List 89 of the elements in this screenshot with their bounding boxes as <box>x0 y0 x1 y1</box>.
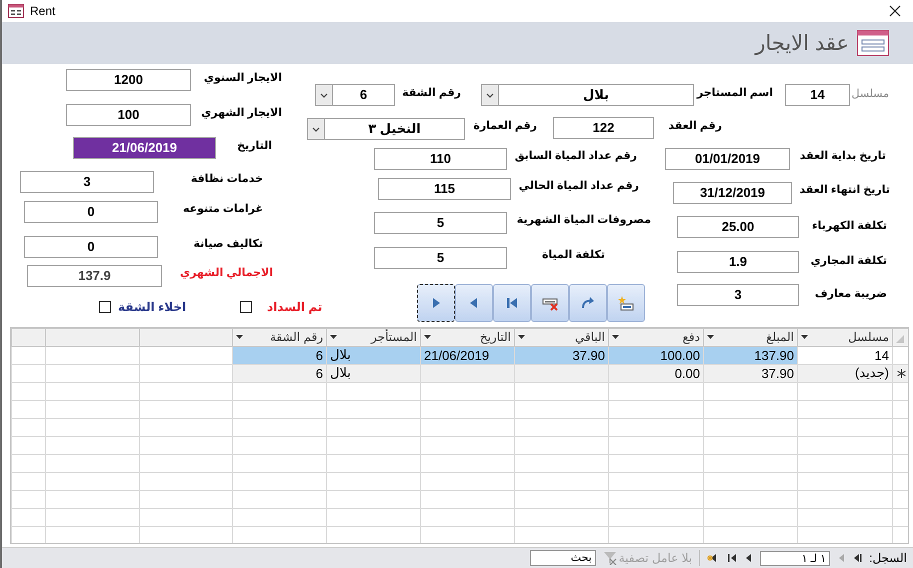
filter-off-icon <box>602 551 617 566</box>
asterisk-icon <box>896 368 906 378</box>
form-title: عقد الايجار <box>755 30 849 56</box>
input-field[interactable]: 1.9 <box>677 251 799 274</box>
input-field[interactable]: 100 <box>66 104 191 126</box>
field-label: ضريبة معارف <box>814 287 887 300</box>
chevron-down-icon <box>311 124 321 134</box>
field-label: الايجار السنوي <box>204 71 282 84</box>
input-field[interactable]: 110 <box>374 148 507 170</box>
input-field[interactable]: 0 <box>24 236 158 258</box>
table-cell: 100.00 <box>660 348 700 363</box>
new-record-icon <box>618 296 634 311</box>
field-label: رقم عداد المياة السابق <box>514 149 637 162</box>
chevron-down-icon <box>485 90 495 100</box>
form-icon <box>857 30 889 56</box>
dropdown-field[interactable]: 6 <box>315 84 395 106</box>
field-label: مصروفات المياة الشهرية <box>516 213 651 226</box>
field-label: اسم المستاجر <box>696 86 773 100</box>
table-cell: 0.00 <box>674 366 700 381</box>
input-field[interactable]: 5 <box>374 247 507 270</box>
input-field[interactable]: 137.9 <box>27 265 162 288</box>
field-label: رقم عداد المياة الحالي <box>518 179 639 192</box>
table-cell: بلال <box>330 347 351 362</box>
field-label: تكلفة المجاري <box>810 254 887 268</box>
record-number-field[interactable]: ١ لـ ١ <box>760 550 830 566</box>
caret-down-icon[interactable] <box>518 335 525 340</box>
caret-down-icon[interactable] <box>424 335 431 340</box>
input-field[interactable]: 0 <box>24 201 158 224</box>
redo-arrow-icon <box>580 296 596 310</box>
table-cell: 6 <box>316 348 323 363</box>
dropdown-field[interactable]: النخيل ٣ <box>307 118 465 140</box>
field-label: غرامات متنوعه <box>182 202 263 216</box>
field-label: تاريخ بداية العقد <box>800 149 886 162</box>
skip-first-icon <box>505 296 519 310</box>
table-cell: 21/06/2019 <box>424 348 490 363</box>
field-label: رقم العقد <box>668 119 722 132</box>
caret-down-icon[interactable] <box>330 335 337 340</box>
input-field[interactable]: 01/01/2019 <box>665 148 790 170</box>
window-title: Rent <box>30 4 56 18</box>
caret-down-icon[interactable] <box>707 335 714 340</box>
search-field[interactable]: بحث <box>530 550 596 566</box>
field-label: تكلفة المياة <box>542 248 605 262</box>
table-cell: بلال <box>330 365 351 380</box>
input-field[interactable]: 3 <box>20 171 154 194</box>
column-header[interactable]: دفع <box>682 330 700 344</box>
dropdown-field[interactable]: بلال <box>481 84 694 106</box>
nav-button[interactable] <box>417 284 455 322</box>
close-icon[interactable] <box>889 4 901 17</box>
dropdown-button[interactable] <box>316 85 333 106</box>
table-cell: (جديد) <box>855 365 889 382</box>
field-label: تاريخ انتهاء العقد <box>799 183 890 196</box>
form-icon <box>8 4 24 18</box>
dropdown-button[interactable] <box>482 85 499 106</box>
field-label: رقم الشقة <box>402 86 461 100</box>
table-cell: 6 <box>316 366 323 381</box>
input-field[interactable]: 115 <box>378 178 511 200</box>
input-field[interactable]: 3 <box>677 284 799 306</box>
checkbox[interactable] <box>99 301 111 314</box>
delete-record-icon <box>542 296 558 311</box>
table-cell: 37.90 <box>572 348 605 363</box>
field-label: تكلفة الكهرباء <box>812 219 887 232</box>
checkbox-label: اخلاء الشقة <box>118 300 186 314</box>
caret-down-icon[interactable] <box>801 335 808 340</box>
input-field[interactable]: 122 <box>553 117 654 140</box>
input-field[interactable]: 31/12/2019 <box>673 182 792 204</box>
field-label: الاجمالي الشهري <box>180 266 273 280</box>
table-cell: 137.90 <box>754 348 794 363</box>
checkbox[interactable] <box>240 301 252 314</box>
input-field[interactable]: 1200 <box>66 69 191 92</box>
chevron-down-icon <box>319 90 329 100</box>
field-label: مسلسل <box>852 87 889 100</box>
input-field[interactable]: 5 <box>374 212 507 234</box>
caret-down-icon[interactable] <box>612 335 619 340</box>
nav-button[interactable] <box>531 284 569 322</box>
nav-button[interactable] <box>607 284 645 322</box>
dropdown-button[interactable] <box>308 119 325 140</box>
table-cell: 37.90 <box>761 366 794 381</box>
field-label: تكاليف صيانة <box>194 237 263 250</box>
caret-down-icon[interactable] <box>236 335 243 340</box>
field-label: رقم العمارة <box>473 119 537 132</box>
field-label: التاريخ <box>237 139 272 152</box>
checkbox-label: تم السداد <box>267 300 322 314</box>
table-cell: 14 <box>874 348 889 363</box>
input-field[interactable]: 21/06/2019 <box>73 137 216 160</box>
record-label: السجل: <box>869 551 907 566</box>
field-label: خدمات نظافة <box>190 172 263 186</box>
field-label: الايجار الشهري <box>201 106 282 120</box>
input-field[interactable]: 25.00 <box>677 216 799 238</box>
input-field[interactable]: 14 <box>785 84 850 106</box>
